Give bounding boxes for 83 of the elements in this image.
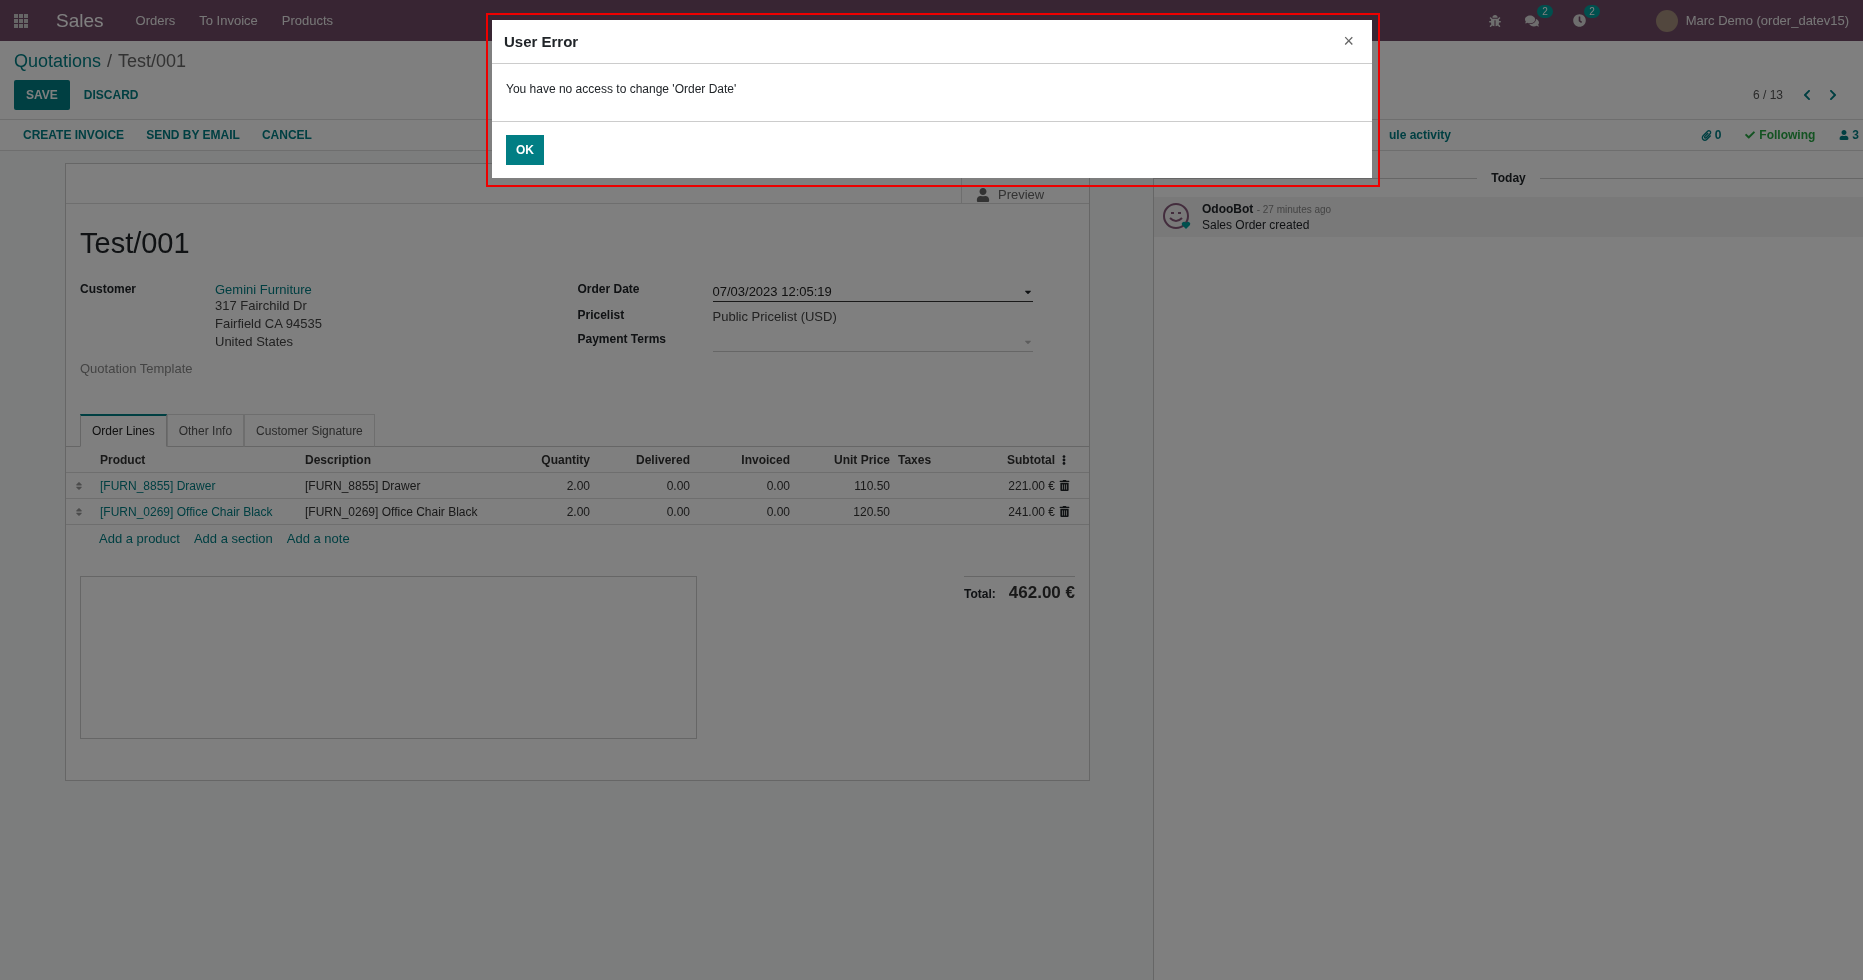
table-cell-text: 120.50 <box>852 504 891 519</box>
close-button[interactable]: × <box>1337 30 1360 53</box>
user-icon <box>976 188 990 202</box>
record-title: Test/001 <box>80 227 191 260</box>
menu-item[interactable]: Products <box>281 13 334 28</box>
discard-button[interactable]: DISCARD <box>71 80 151 110</box>
schedule-activity-button[interactable]: ule activity <box>1389 128 1452 142</box>
address-line: United States <box>215 333 295 351</box>
tab[interactable]: Order Lines <box>80 414 167 447</box>
dialog-message: You have no access to change 'Order Date' <box>506 82 737 96</box>
table-cell-text: 110.50 <box>853 478 891 493</box>
address-line: 317 Fairchild Dr <box>215 297 308 315</box>
date-separator: Today <box>1491 171 1526 185</box>
action-button[interactable]: CANCEL <box>250 122 323 148</box>
table-cell-text: 2.00 <box>565 504 591 519</box>
table-cell-text: 241.00 € <box>1007 504 1056 519</box>
column-header[interactable]: Delivered <box>594 452 694 467</box>
next-icon[interactable] <box>1827 89 1839 101</box>
field-label: Customer <box>80 282 137 298</box>
notes-field[interactable] <box>80 576 697 739</box>
table-cell[interactable]: [FURN_8855] Drawer <box>96 478 301 493</box>
tab[interactable]: Customer Signature <box>244 414 375 447</box>
user-avatar[interactable] <box>1655 9 1678 32</box>
field-label: Pricelist <box>577 308 626 324</box>
add-line-link[interactable]: Add a section <box>193 531 273 546</box>
menu-item[interactable]: To Invoice <box>199 13 258 28</box>
field-label: Order Date <box>577 282 641 298</box>
breadcrumb-separator: / <box>107 51 113 72</box>
apps-grid-icon[interactable] <box>14 13 28 28</box>
delete-icon <box>1059 480 1070 491</box>
count-badge: 2 <box>1584 5 1600 18</box>
table-cell-text: 0.00 <box>665 504 691 519</box>
drag-handle-icon <box>74 480 84 491</box>
delete-icon <box>1059 506 1070 517</box>
table-cell-text: 0.00 <box>665 478 691 493</box>
table-cell-text: [FURN_0269] Office Chair Black <box>304 504 479 519</box>
breadcrumb-current: Test/001 <box>118 51 187 72</box>
clock-icon[interactable] <box>1572 14 1586 27</box>
table-cell[interactable]: [FURN_0269] Office Chair Black <box>96 504 301 519</box>
total-value: 462.00 € <box>1008 583 1075 603</box>
table-cell-text: 0.00 <box>765 504 791 519</box>
save-button[interactable]: SAVE <box>14 80 70 110</box>
column-header[interactable]: Quantity <box>484 452 594 467</box>
attachments-button[interactable]: 0 <box>1700 128 1722 142</box>
column-header[interactable]: Unit Price <box>794 452 894 467</box>
table-cell-text: 0.00 <box>765 478 791 493</box>
table-cell-text: 221.00 € <box>1007 478 1056 493</box>
followers-button[interactable]: 3 <box>1839 128 1859 142</box>
action-button[interactable]: SEND BY EMAIL <box>135 122 251 148</box>
tab[interactable]: Other Info <box>166 414 245 447</box>
field-label: Payment Terms <box>577 332 667 348</box>
breadcrumb-link[interactable]: Quotations <box>14 51 102 72</box>
customer-link[interactable]: Gemini Furniture <box>215 282 578 297</box>
count-badge: 2 <box>1537 4 1553 18</box>
check-icon <box>1745 130 1756 140</box>
drag-handle-icon <box>74 506 84 517</box>
pager-counter: 6 / 13 <box>1752 88 1783 102</box>
field-value: Public Pricelist (USD) <box>712 308 838 326</box>
column-header[interactable]: Invoiced <box>694 452 794 467</box>
menu-item[interactable]: Orders <box>135 13 176 28</box>
following-button[interactable]: Following <box>1739 127 1822 143</box>
address-line: Fairfield CA 94535 <box>215 315 323 333</box>
message-text: Sales Order created <box>1202 218 1311 232</box>
action-button[interactable]: CREATE INVOICE <box>12 122 136 148</box>
bot-avatar-icon <box>1162 202 1192 232</box>
add-line-link[interactable]: Add a note <box>286 531 350 546</box>
ok-button[interactable]: OK <box>506 135 544 165</box>
column-header[interactable]: Subtotal <box>964 452 1059 467</box>
user-name[interactable]: Marc Demo (order_datev15) <box>1685 13 1849 28</box>
field-label: Quotation Template <box>80 361 194 376</box>
bug-icon[interactable] <box>1488 14 1501 27</box>
app-name: Sales <box>56 9 104 32</box>
add-line-link[interactable]: Add a product <box>99 531 180 546</box>
table-cell-text: 2.00 <box>565 478 591 493</box>
column-header[interactable]: Product <box>96 452 301 467</box>
date-field[interactable]: 07/03/2023 12:05:19 <box>712 282 1033 302</box>
total-label: Total: <box>964 587 996 601</box>
column-header[interactable]: Taxes <box>894 452 964 467</box>
previous-icon[interactable] <box>1801 89 1813 101</box>
dialog-title: User Error <box>504 33 579 50</box>
chat-icon[interactable] <box>1524 13 1539 28</box>
table-cell-text: [FURN_8855] Drawer <box>304 478 422 493</box>
column-header[interactable]: Description <box>301 452 484 467</box>
